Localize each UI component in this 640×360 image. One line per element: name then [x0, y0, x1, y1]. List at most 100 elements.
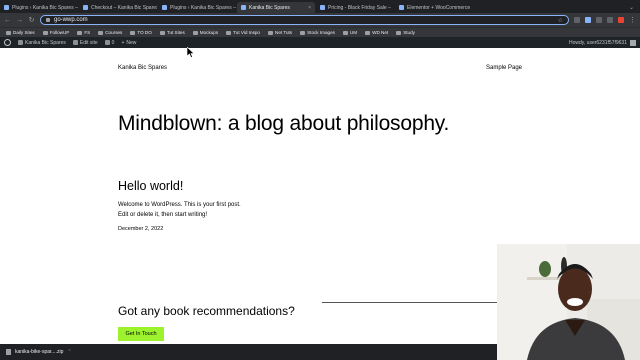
wp-admin-bar: Kanika Bic Spares Edit site 0 + New Howd…	[0, 37, 640, 48]
folder-icon	[226, 30, 232, 35]
bookmark-label: FS	[84, 30, 91, 35]
mouse-cursor-icon	[187, 47, 195, 58]
forward-icon[interactable]: →	[16, 17, 23, 24]
profile-avatar-icon[interactable]	[618, 17, 624, 23]
folder-icon	[6, 30, 11, 35]
avatar	[630, 39, 636, 46]
window-controls[interactable]: ⌄	[629, 4, 640, 13]
folder-icon	[159, 30, 165, 35]
get-in-touch-button[interactable]: Get In Touch	[118, 327, 164, 341]
tab-favicon-icon	[320, 5, 325, 10]
post-excerpt: Welcome to WordPress. This is your first…	[118, 200, 241, 220]
bookmark-folder[interactable]: Net Tuts	[268, 30, 292, 35]
bookmark-folder[interactable]: UM	[342, 30, 358, 35]
admin-bar-edit-site[interactable]: Edit site	[72, 39, 98, 46]
browser-tab[interactable]: Plugins ‹ Kanika Bic Spares —×	[0, 2, 78, 13]
browser-tab[interactable]: Plugins ‹ Kanika Bic Spares —×	[158, 2, 236, 13]
bookmark-label: FollowUP	[49, 30, 70, 35]
browser-tab[interactable]: Checkout – Kanika Bic Spares×	[79, 2, 157, 13]
menu-kebab-icon[interactable]: ⋮	[629, 16, 636, 24]
bookmark-folder[interactable]: Tut Sites	[159, 30, 185, 35]
bookmark-label: UM	[349, 30, 358, 35]
bookmark-folder[interactable]: FS	[77, 30, 90, 35]
sidebar-icon[interactable]	[607, 17, 613, 23]
chevron-up-icon[interactable]: ⌃	[67, 349, 71, 355]
tab-label: Pricing - Black Friday Sale –	[328, 4, 391, 11]
page-heading: Mindblown: a blog about philosophy.	[118, 112, 450, 135]
bookmark-label: TO DO	[137, 30, 152, 35]
post-date: December 2, 2022	[118, 226, 164, 232]
admin-bar-site-name[interactable]: Kanika Bic Spares	[18, 40, 66, 46]
post-title-link[interactable]: Hello world!	[118, 179, 183, 193]
zip-file-icon	[6, 349, 11, 355]
bookmark-folder[interactable]: Study	[396, 30, 415, 35]
bookmark-label: Daily Sites	[13, 30, 35, 35]
tab-favicon-icon	[399, 5, 404, 10]
bookmark-folder[interactable]: Daily Sites	[6, 30, 35, 35]
download-filename[interactable]: kanika-bike-spar....zip	[15, 349, 63, 355]
extension-icon[interactable]	[574, 17, 580, 23]
bookmark-folder[interactable]: WD Net	[365, 30, 388, 35]
lock-icon	[46, 18, 50, 22]
section-divider	[322, 302, 522, 303]
admin-bar-new[interactable]: + New	[121, 40, 136, 46]
edit-site-label: Edit site	[79, 39, 98, 46]
tab-favicon-icon	[83, 5, 88, 10]
folder-icon	[42, 30, 48, 35]
extensions-puzzle-icon[interactable]	[596, 17, 602, 23]
folder-icon	[300, 30, 306, 35]
bookmarks-bar: Daily Sites FollowUP FS Courses TO DO Tut Sit…	[0, 27, 640, 37]
bookmark-folder[interactable]: Courses	[98, 30, 122, 35]
browser-tab[interactable]: Elementor + WooCommerce×	[395, 2, 473, 13]
folder-icon	[396, 30, 402, 35]
admin-bar-account[interactable]: Howdy, user6231f57f9631	[568, 39, 636, 46]
folder-icon	[268, 30, 273, 35]
folder-icon	[77, 30, 83, 35]
bookmark-folder[interactable]: Mockups	[192, 30, 218, 35]
bookmark-folder[interactable]: Tut Vid Inspo	[226, 30, 260, 35]
bookmark-folder[interactable]: Stock Images	[300, 30, 335, 35]
comment-icon	[104, 40, 110, 45]
browser-tab[interactable]: Kanika Bic Spares ×	[237, 2, 315, 13]
bookmark-star-icon[interactable]: ☆	[558, 17, 563, 24]
tab-favicon-icon	[162, 5, 167, 10]
bookmark-folder[interactable]: FollowUP	[42, 30, 70, 35]
howdy-greeting: Howdy, user6231f57f9631	[568, 39, 627, 46]
bookmark-label: Courses	[105, 30, 123, 35]
extension-icon[interactable]	[585, 17, 591, 23]
browser-tab[interactable]: Pricing - Black Friday Sale –×	[316, 2, 394, 13]
wordpress-logo-icon[interactable]	[4, 39, 11, 46]
browser-toolbar: ← → ↻ ☆ ⋮	[0, 13, 640, 27]
bookmark-folder[interactable]: TO DO	[130, 30, 152, 35]
tab-label: Checkout – Kanika Bic Spares	[91, 4, 157, 11]
bookmark-label: Study	[403, 30, 415, 35]
folder-icon	[98, 30, 104, 35]
comments-count: 0	[111, 39, 115, 46]
url-input[interactable]	[54, 17, 554, 23]
folder-icon	[192, 30, 198, 35]
site-title-link[interactable]: Kanika Bic Spares	[118, 65, 167, 71]
address-bar[interactable]: ☆	[40, 15, 569, 25]
tab-favicon-icon	[241, 5, 246, 10]
tab-label: Plugins ‹ Kanika Bic Spares —	[170, 4, 236, 11]
tab-label: Kanika Bic Spares	[249, 4, 290, 11]
nav-sample-page[interactable]: Sample Page	[486, 65, 522, 71]
folder-icon	[342, 30, 348, 35]
tab-label: Plugins ‹ Kanika Bic Spares —	[12, 4, 78, 11]
new-label: New	[126, 39, 137, 46]
post-excerpt-line: Edit or delete it, then start writing!	[118, 212, 208, 218]
pencil-icon	[72, 40, 78, 45]
folder-icon	[130, 30, 136, 35]
bookmark-label: Tut Vid Inspo	[233, 30, 260, 35]
reload-icon[interactable]: ↻	[28, 16, 35, 24]
bookmark-label: Net Tuts	[275, 30, 293, 35]
close-tab-icon[interactable]: ×	[308, 5, 311, 11]
admin-bar-comments[interactable]: 0	[104, 39, 115, 46]
home-icon	[18, 40, 23, 45]
folder-icon	[365, 30, 371, 35]
back-icon[interactable]: ←	[4, 17, 11, 24]
post-excerpt-line: Welcome to WordPress. This is your first…	[118, 202, 241, 208]
bookmark-label: WD Net	[372, 30, 389, 35]
browser-tab-strip: Plugins ‹ Kanika Bic Spares —×Checkout –…	[0, 0, 640, 13]
tab-favicon-icon	[4, 5, 9, 10]
